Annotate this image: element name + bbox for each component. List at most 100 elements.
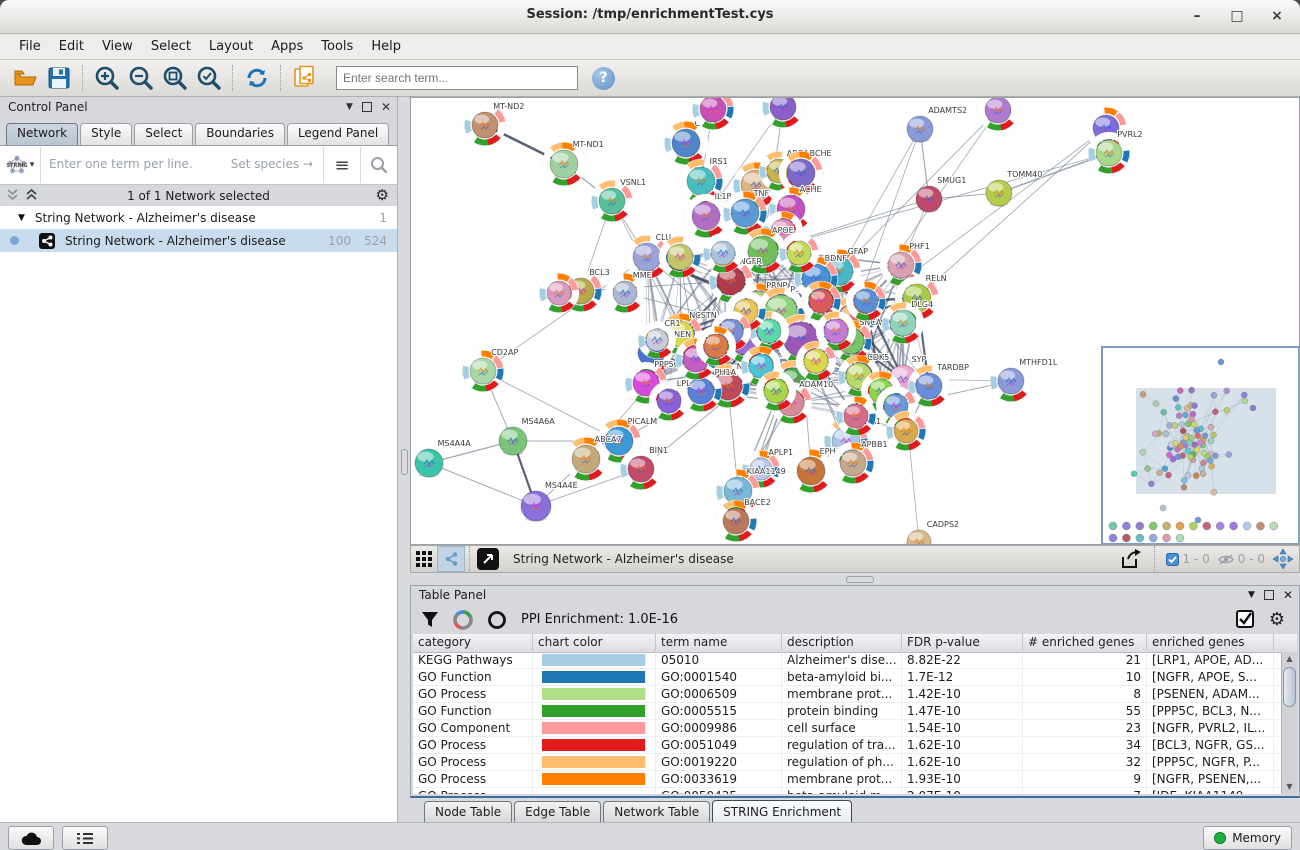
network-node-APBB1[interactable]: APBB1 (832, 440, 888, 484)
network-canvas[interactable]: MT-ND2MT-ND1VSNL1GAB2ADAMTS2IRS1CHATABCA… (410, 97, 1300, 545)
network-node-VSNL1[interactable]: VSNL1 (591, 178, 646, 222)
table-row[interactable]: GO ComponentGO:0009986cell surface1.54E-… (413, 720, 1282, 737)
scrollbar-thumb[interactable] (1283, 667, 1296, 707)
menu-file[interactable]: File (10, 36, 50, 57)
column-header-enriched-genes[interactable]: enriched genes (1147, 634, 1274, 652)
network-node-u7[interactable] (539, 273, 579, 313)
minimize-button[interactable]: – (1184, 5, 1210, 27)
ring-chart-icon[interactable] (487, 610, 507, 630)
network-node-BACE2[interactable]: BACE2 (715, 498, 771, 542)
search-input[interactable] (336, 66, 578, 90)
maximize-button[interactable]: □ (1224, 5, 1250, 27)
string-search-button[interactable] (360, 147, 397, 183)
network-from-file-button[interactable] (288, 63, 322, 93)
string-protein-query-button[interactable]: STRING ▾ (0, 147, 41, 183)
string-options-button[interactable]: ≡ (323, 147, 360, 183)
close-button[interactable]: × (1264, 5, 1290, 27)
tab-style[interactable]: Style (80, 123, 132, 145)
network-node-MS4A6A[interactable]: MS4A6A (499, 417, 555, 456)
float-panel-icon[interactable] (1264, 590, 1274, 600)
network-node-u21[interactable] (779, 233, 819, 273)
network-node-u17[interactable] (796, 341, 836, 381)
float-panel-icon[interactable] (362, 102, 372, 112)
network-collection-row[interactable]: ▼ String Network - Alzheimer's disease 1 (0, 206, 397, 229)
network-node-u3[interactable] (977, 98, 1019, 131)
network-node-MT-ND1[interactable]: MT-ND1 (542, 140, 604, 186)
tab-node-table[interactable]: Node Table (424, 801, 512, 822)
column-header---enriched-genes[interactable]: # enriched genes (1023, 634, 1147, 652)
network-node-u20[interactable] (836, 396, 876, 436)
task-history-button[interactable] (62, 826, 108, 850)
help-icon[interactable]: ? (592, 67, 615, 90)
network-node-u14[interactable] (696, 326, 736, 366)
tab-edge-table[interactable]: Edge Table (514, 801, 601, 822)
filter-icon[interactable] (421, 611, 439, 629)
string-term-input[interactable]: Enter one term per line. Set species → (41, 147, 323, 183)
table-row[interactable]: GO FunctionGO:0005515protein binding1.47… (413, 703, 1282, 720)
network-node-MTHFD1L[interactable]: MTHFD1L (990, 358, 1058, 402)
network-node-u11[interactable] (846, 281, 886, 321)
expand-all-icon[interactable] (25, 188, 38, 202)
network-node-PVRL2[interactable]: PVRL2 (1088, 130, 1143, 174)
tab-boundaries[interactable]: Boundaries (195, 123, 285, 145)
network-node-ADAMTS2[interactable]: ADAMTS2 (907, 106, 967, 143)
birds-eye-view[interactable] (1101, 346, 1300, 545)
export-network-icon[interactable] (1120, 549, 1144, 569)
tab-network[interactable]: Network (6, 123, 78, 145)
chart-settings-icon[interactable] (453, 610, 473, 630)
close-panel-icon[interactable]: ✕ (1283, 588, 1293, 602)
menu-view[interactable]: View (93, 36, 142, 57)
network-node-SMUG1[interactable]: SMUG1 (916, 176, 966, 213)
zoom-fit-button[interactable] (158, 63, 192, 93)
splitter-grip[interactable] (846, 576, 874, 583)
table-row[interactable]: GO ProcessGO:0033619membrane prot...1.93… (413, 771, 1282, 788)
table-row[interactable]: GO FunctionGO:0001540beta-amyloid bi...1… (413, 669, 1282, 686)
menu-apps[interactable]: Apps (262, 36, 312, 57)
menu-help[interactable]: Help (362, 36, 410, 57)
splitter-grip[interactable] (401, 449, 408, 475)
horizontal-splitter[interactable] (410, 573, 1300, 585)
memory-button[interactable]: Memory (1203, 826, 1292, 850)
network-node-u2[interactable] (762, 98, 804, 128)
network-node-MS4A4A[interactable]: MS4A4A (415, 439, 471, 478)
collapse-all-icon[interactable] (6, 188, 19, 202)
cloud-jobs-button[interactable] (8, 826, 54, 850)
tab-legend-panel[interactable]: Legend Panel (287, 123, 389, 145)
refresh-button[interactable] (240, 63, 274, 93)
scroll-down-arrow[interactable]: ▼ (1282, 780, 1297, 794)
column-header-term-name[interactable]: term name (656, 634, 782, 652)
menu-tools[interactable]: Tools (312, 36, 362, 57)
tab-select[interactable]: Select (134, 123, 193, 145)
table-row[interactable]: GO ProcessGO:0006509membrane prot...1.42… (413, 686, 1282, 703)
network-panel-gear-icon[interactable]: ⚙ (376, 186, 389, 204)
network-node-u6[interactable] (659, 236, 701, 278)
vertical-splitter[interactable] (398, 97, 410, 822)
network-node-CADPS2[interactable]: CADPS2 (907, 520, 959, 544)
tab-string-enrichment[interactable]: STRING Enrichment (712, 800, 852, 822)
network-row-selected[interactable]: String Network - Alzheimer's disease 100… (0, 229, 397, 252)
network-node-MME[interactable]: MME (605, 271, 652, 313)
zoom-in-button[interactable] (90, 63, 124, 93)
grid-view-button[interactable] (411, 547, 437, 571)
network-node-TARDBP[interactable]: TARDBP (908, 363, 969, 407)
menu-select[interactable]: Select (142, 36, 200, 57)
column-header-chart-color[interactable]: chart color (533, 634, 656, 652)
tab-network-table[interactable]: Network Table (603, 801, 710, 822)
menu-layout[interactable]: Layout (200, 36, 262, 57)
table-row[interactable]: KEGG Pathways05010Alzheimer's dise...8.8… (413, 652, 1282, 669)
panel-menu-icon[interactable]: ▼ (346, 102, 353, 112)
column-header-category[interactable]: category (413, 634, 533, 652)
scroll-up-arrow[interactable]: ▲ (1282, 652, 1297, 666)
network-node-u22[interactable] (703, 233, 743, 273)
save-session-button[interactable] (42, 63, 76, 93)
select-all-checkbox-icon[interactable] (1236, 610, 1255, 629)
close-panel-icon[interactable]: ✕ (381, 100, 391, 114)
network-node-u16[interactable] (756, 371, 796, 411)
zoom-out-button[interactable] (124, 63, 158, 93)
menu-edit[interactable]: Edit (50, 36, 93, 57)
network-node-u23[interactable] (886, 411, 926, 451)
table-row[interactable]: GO ProcessGO:0050435beta-amyloid m...2.0… (413, 788, 1282, 794)
enrichment-settings-gear-icon[interactable]: ⚙ (1269, 609, 1285, 630)
collection-expander-icon[interactable]: ▼ (18, 213, 25, 223)
pan-navigation-icon[interactable] (1273, 549, 1293, 569)
